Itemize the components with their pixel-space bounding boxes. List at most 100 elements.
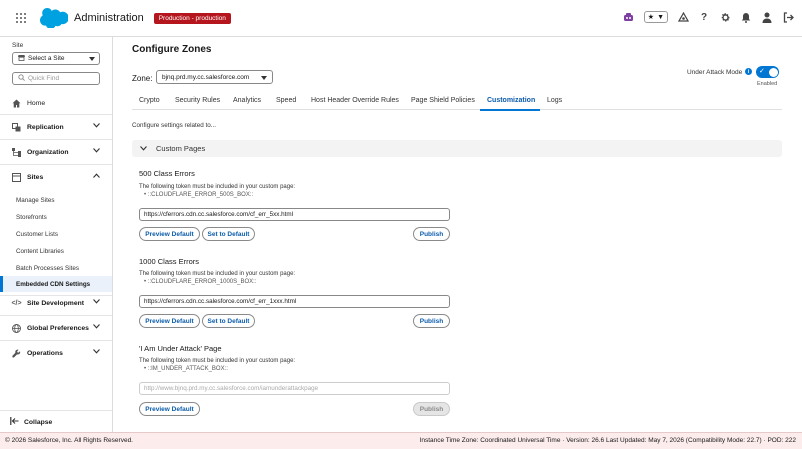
publish-button[interactable]: Publish — [413, 402, 450, 416]
sidebar-subitem-embedded-cdn-settings[interactable]: Embedded CDN Settings — [0, 276, 112, 292]
app-launcher-icon[interactable] — [16, 13, 26, 23]
under-attack-url-input[interactable]: http://www.bjnq.prd.my.cc.salesforce.com… — [139, 382, 450, 395]
under-attack-mode-label: Under Attack Mode — [687, 69, 743, 76]
astro-icon[interactable] — [623, 11, 635, 23]
main-content: Configure Zones Zone: bjnq.prd.my.cc.sal… — [113, 37, 802, 432]
tab-speed[interactable]: Speed — [276, 97, 296, 104]
info-icon[interactable]: i — [745, 68, 752, 75]
under-attack-mode-toggle[interactable]: ✓ — [756, 66, 779, 78]
section-token: • ::IM_UNDER_ATTACK_BOX:: — [144, 366, 228, 372]
notification-bell-icon[interactable] — [740, 11, 752, 23]
sidebar-item-label: Replication — [27, 123, 64, 131]
chevron-down-icon — [93, 299, 100, 306]
publish-button[interactable]: Publish — [413, 227, 450, 241]
zone-select[interactable]: bjnq.prd.my.cc.salesforce.com — [156, 70, 273, 84]
chevron-down-icon — [93, 148, 100, 155]
globe-icon — [12, 323, 21, 333]
user-avatar-icon[interactable] — [761, 11, 773, 23]
chevron-up-icon — [93, 173, 100, 180]
sidebar-divider — [0, 139, 112, 140]
code-icon: </> — [11, 299, 22, 307]
sidebar-item-label: Home — [27, 99, 46, 107]
sidebar-item-site-development[interactable]: </> Site Development — [0, 295, 112, 311]
footer-copyright: © 2026 Salesforce, Inc. All Rights Reser… — [5, 437, 133, 444]
chevron-down-icon — [93, 349, 100, 356]
error-500-url-input[interactable]: https://cferrors.cdn.cc.salesforce.com/c… — [139, 208, 450, 221]
sidebar-subitem-batch-processes-sites[interactable]: Batch Processes Sites — [0, 260, 112, 276]
section-token: • ::CLOUDFLARE_ERROR_1000S_BOX:: — [144, 279, 257, 285]
replication-icon — [12, 122, 21, 132]
intro-text: Configure settings related to... — [132, 122, 217, 129]
chevron-down-icon — [261, 75, 267, 82]
collapse-button[interactable]: Collapse — [10, 417, 52, 427]
preview-default-button[interactable]: Preview Default — [139, 402, 200, 416]
sidebar-subitem-content-libraries[interactable]: Content Libraries — [0, 243, 112, 259]
checkmark-icon: ✓ — [759, 68, 765, 75]
sidebar-item-label: Operations — [27, 349, 63, 357]
set-to-default-button[interactable]: Set to Default — [202, 314, 255, 328]
settings-gear-icon[interactable] — [719, 11, 731, 23]
sidebar-subitem-manage-sites[interactable]: Manage Sites — [0, 192, 112, 208]
sidebar-subitem-storefronts[interactable]: Storefronts — [0, 209, 112, 225]
search-icon — [18, 74, 25, 83]
tab-customization[interactable]: Customization — [487, 97, 535, 104]
sidebar-divider — [0, 340, 112, 341]
sidebar-item-global-preferences[interactable]: Global Preferences — [0, 320, 112, 336]
sidebar-item-organization[interactable]: Organization — [0, 144, 112, 160]
section-title: 1000 Class Errors — [139, 257, 200, 266]
custom-pages-accordion[interactable]: Custom Pages — [132, 140, 782, 157]
footer: © 2026 Salesforce, Inc. All Rights Reser… — [0, 432, 802, 449]
app-title: Administration — [74, 12, 144, 24]
caret-down-icon: ▼ — [657, 13, 664, 21]
sidebar-divider — [0, 315, 112, 316]
star-icon: ★ — [647, 14, 655, 21]
site-select[interactable]: Select a Site — [12, 52, 100, 65]
favorites-button[interactable]: ★ ▼ — [643, 11, 668, 23]
collapse-arrow-icon — [10, 417, 19, 427]
sidebar-item-label: Site Development — [27, 299, 85, 307]
chevron-down-icon — [89, 56, 95, 63]
section-title: 500 Class Errors — [139, 169, 195, 178]
preview-default-button[interactable]: Preview Default — [139, 227, 200, 241]
zone-label: Zone: — [132, 74, 153, 83]
sidebar-divider — [0, 114, 112, 115]
logout-icon[interactable] — [782, 11, 794, 23]
quick-find-input[interactable]: Quick Find — [12, 72, 100, 85]
salesforce-logo-icon[interactable] — [40, 8, 68, 28]
chevron-down-icon — [93, 324, 100, 331]
zone-tabs: Crypto Security Rules Analytics Speed Ho… — [132, 93, 782, 111]
collapse-label: Collapse — [24, 418, 53, 426]
set-to-default-button[interactable]: Set to Default — [202, 227, 255, 241]
home-icon — [12, 99, 21, 108]
hierarchy-icon — [12, 147, 21, 157]
tab-analytics[interactable]: Analytics — [233, 97, 261, 104]
sidebar-item-label: Organization — [27, 148, 69, 156]
sidebar: Site Select a Site Quick Find Home Repli… — [0, 37, 113, 432]
publish-button[interactable]: Publish — [413, 314, 450, 328]
sidebar-item-replication[interactable]: Replication — [0, 119, 112, 135]
tab-logs[interactable]: Logs — [547, 97, 562, 104]
sidebar-item-sites[interactable]: Sites — [0, 169, 112, 185]
tab-security-rules[interactable]: Security Rules — [175, 97, 220, 104]
sidebar-item-home[interactable]: Home — [0, 95, 112, 111]
sidebar-item-operations[interactable]: Operations — [0, 345, 112, 361]
section-description: The following token must be included in … — [139, 184, 296, 190]
trailhead-icon[interactable] — [677, 11, 689, 23]
quick-find-placeholder: Quick Find — [28, 75, 60, 82]
zone-select-value: bjnq.prd.my.cc.salesforce.com — [162, 73, 250, 81]
site-select-value: Select a Site — [28, 55, 65, 62]
storefront-icon — [18, 54, 25, 63]
preview-default-button[interactable]: Preview Default — [139, 314, 200, 328]
tab-crypto[interactable]: Crypto — [139, 97, 160, 104]
section-title: 'I Am Under Attack' Page — [139, 344, 222, 353]
chevron-down-icon — [140, 144, 147, 153]
error-1000-url-input[interactable]: https://cferrors.cdn.cc.salesforce.com/c… — [139, 295, 450, 308]
help-icon[interactable]: ? — [698, 11, 710, 23]
environment-badge: Production - production — [153, 12, 231, 24]
section-description: The following token must be included in … — [139, 358, 296, 364]
accordion-title: Custom Pages — [156, 144, 206, 153]
sidebar-item-label: Global Preferences — [27, 324, 89, 332]
sidebar-subitem-customer-lists[interactable]: Customer Lists — [0, 226, 112, 242]
tab-page-shield-policies[interactable]: Page Shield Policies — [411, 97, 475, 104]
tab-host-header-override-rules[interactable]: Host Header Override Rules — [311, 97, 399, 104]
